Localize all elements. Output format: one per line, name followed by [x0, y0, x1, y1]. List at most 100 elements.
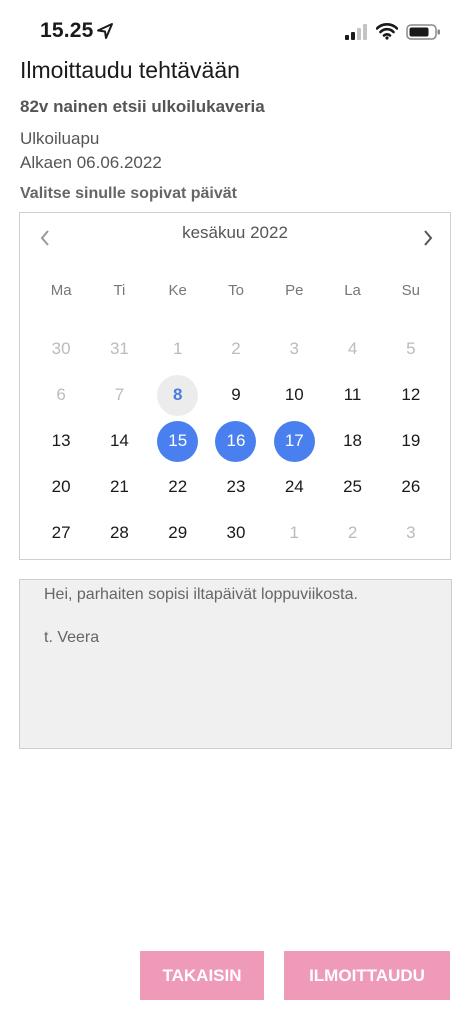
calendar-day: 2	[207, 326, 265, 372]
calendar-day-number: 19	[401, 431, 421, 450]
calendar-day-number: 21	[109, 477, 129, 496]
calendar-day-number: 22	[168, 477, 188, 496]
calendar-day-number: 8	[157, 374, 199, 416]
calendar-days-grid: 30 31 1 2 3 4 5 6 7 8 9 10 11 12 13 14 15 16 17 18 19 20 21 22 2…	[32, 326, 440, 556]
calendar-day-number: 18	[343, 431, 363, 450]
message-textarea[interactable]: Hei, parhaiten sopisi iltapäivät loppuvi…	[19, 579, 452, 749]
calendar-day[interactable]: 15	[149, 418, 207, 464]
calendar-day-number: 10	[284, 385, 304, 404]
calendar-day-number: 17	[273, 420, 315, 462]
battery-icon	[406, 24, 440, 40]
select-days-label: Valitse sinulle sopivat päivät	[20, 185, 237, 202]
calendar-day-number: 25	[343, 477, 363, 496]
calendar-day[interactable]: 23	[207, 464, 265, 510]
calendar-day[interactable]: 25	[323, 464, 381, 510]
calendar-header: kesäkuu 2022	[20, 213, 450, 263]
calendar-day[interactable]: 21	[90, 464, 148, 510]
weekday-label: To	[228, 282, 244, 299]
calendar-day[interactable]: 9	[207, 372, 265, 418]
weekday-label: La	[344, 282, 361, 299]
calendar-day-number: 12	[401, 385, 421, 404]
calendar-day: 5	[382, 326, 440, 372]
calendar-day[interactable]: 27	[32, 510, 90, 556]
calendar-day-number: 30	[51, 339, 71, 358]
calendar-day-number: 30	[226, 523, 246, 542]
calendar-day-number: 1	[289, 523, 300, 542]
calendar-day[interactable]: 30	[207, 510, 265, 556]
weekday-label: Ke	[168, 282, 187, 299]
calendar-day-number: 27	[51, 523, 71, 542]
calendar-day-number: 7	[114, 385, 125, 404]
calendar-day-number: 13	[51, 431, 71, 450]
wifi-icon	[376, 23, 398, 40]
calendar-day: 1	[149, 326, 207, 372]
calendar-day-number: 26	[401, 477, 421, 496]
calendar-day-number: 29	[168, 523, 188, 542]
calendar-day[interactable]: 13	[32, 418, 90, 464]
calendar-day-number: 3	[406, 523, 416, 542]
calendar-day-number: 6	[56, 385, 66, 404]
weekday-label: Ma	[50, 282, 72, 299]
calendar-day: 3	[265, 326, 323, 372]
task-category: Ulkoiluapu	[20, 129, 100, 148]
calendar-day-number: 20	[51, 477, 71, 496]
chevron-right-icon	[424, 230, 433, 246]
task-title: 82v nainen etsii ulkoilukaveria	[20, 97, 265, 116]
calendar-day-number: 2	[347, 523, 358, 542]
calendar-day[interactable]: 29	[149, 510, 207, 556]
calendar-month-label: kesäkuu 2022	[182, 223, 288, 242]
calendar-day-number: 3	[289, 339, 300, 358]
weekday-header-row: Ma Ti Ke To Pe La Su	[32, 282, 440, 299]
calendar-day-number: 28	[109, 523, 129, 542]
calendar-day: 31	[90, 326, 148, 372]
next-month-button[interactable]	[416, 225, 440, 251]
calendar-day-number: 11	[343, 385, 362, 404]
calendar-day: 3	[382, 510, 440, 556]
calendar-day: 4	[323, 326, 381, 372]
calendar-day[interactable]: 18	[323, 418, 381, 464]
message-line: Hei, parhaiten sopisi iltapäivät loppuvi…	[44, 586, 358, 603]
calendar-day-number: 5	[406, 339, 416, 358]
weekday-label: Ti	[113, 282, 126, 299]
calendar-day: 1	[265, 510, 323, 556]
task-start-date: Alkaen 06.06.2022	[20, 153, 162, 172]
calendar-day-number: 2	[231, 339, 241, 358]
calendar-day[interactable]: 8	[149, 372, 207, 418]
calendar-day: 6	[32, 372, 90, 418]
calendar-day[interactable]: 26	[382, 464, 440, 510]
calendar-day-number: 31	[109, 339, 129, 358]
calendar-day[interactable]: 24	[265, 464, 323, 510]
calendar-day-number: 23	[226, 477, 246, 496]
calendar-day-number: 16	[215, 420, 257, 462]
calendar-day[interactable]: 28	[90, 510, 148, 556]
date-picker-calendar: kesäkuu 2022 Ma Ti Ke To Pe La Su 30 31 1 2…	[19, 212, 451, 560]
location-arrow-icon	[97, 23, 113, 39]
calendar-day[interactable]: 20	[32, 464, 90, 510]
calendar-day[interactable]: 12	[382, 372, 440, 418]
weekday-label: Pe	[285, 282, 304, 299]
message-signature: t. Veera	[44, 629, 100, 646]
calendar-day[interactable]: 10	[265, 372, 323, 418]
calendar-day-number: 24	[284, 477, 304, 496]
register-button[interactable]: ILMOITTAUDU	[284, 951, 450, 1000]
calendar-day-number: 4	[347, 339, 358, 358]
calendar-day[interactable]: 17	[265, 418, 323, 464]
page-title: Ilmoittaudu tehtävään	[20, 57, 240, 83]
calendar-day: 30	[32, 326, 90, 372]
calendar-day[interactable]: 22	[149, 464, 207, 510]
calendar-day-number: 1	[172, 339, 183, 358]
calendar-day-number: 9	[231, 385, 241, 404]
cellular-signal-icon	[345, 24, 367, 40]
calendar-day-number: 15	[157, 420, 199, 462]
calendar-day[interactable]: 11	[323, 372, 381, 418]
calendar-day[interactable]: 14	[90, 418, 148, 464]
calendar-day: 2	[323, 510, 381, 556]
calendar-day[interactable]: 19	[382, 418, 440, 464]
calendar-day-number: 14	[109, 431, 129, 450]
status-bar: 15.25	[0, 0, 472, 60]
calendar-day: 7	[90, 372, 148, 418]
back-button[interactable]: TAKAISIN	[140, 951, 264, 1000]
status-time: 15.25	[40, 19, 94, 42]
weekday-label: Su	[401, 282, 421, 299]
calendar-day[interactable]: 16	[207, 418, 265, 464]
